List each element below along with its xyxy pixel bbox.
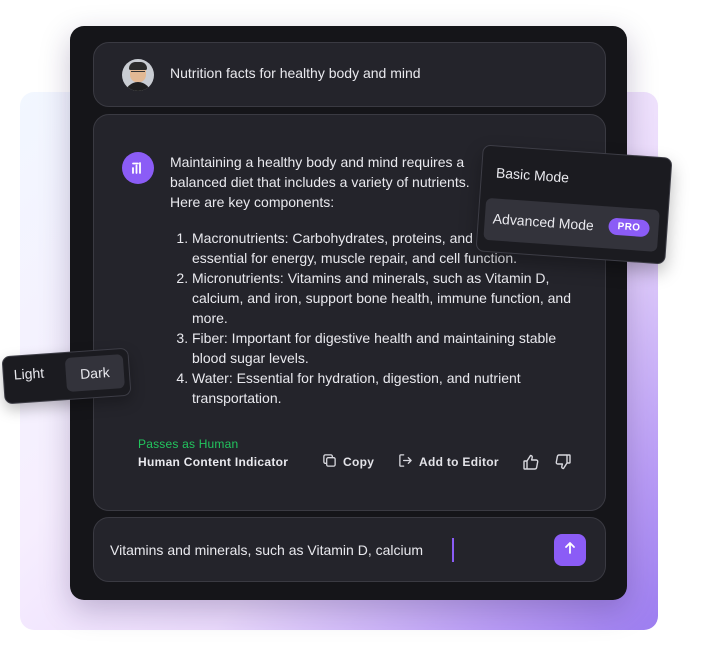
answer-list: Macronutrients: Carbohydrates, proteins,… <box>170 228 577 408</box>
thumbs-down-icon[interactable] <box>554 453 572 471</box>
copy-button[interactable]: Copy <box>322 453 374 471</box>
message-input[interactable]: Vitamins and minerals, such as Vitamin D… <box>110 542 423 558</box>
answer-intro: Maintaining a healthy body and mind requ… <box>170 154 470 210</box>
list-item: Fiber: Important for digestive health an… <box>192 328 577 368</box>
avatar <box>122 59 154 91</box>
add-to-editor-label: Add to Editor <box>419 455 499 469</box>
prompt-card: Nutrition facts for healthy body and min… <box>93 42 606 107</box>
text-caret <box>452 538 454 562</box>
copy-label: Copy <box>343 455 375 469</box>
send-button[interactable] <box>554 534 586 566</box>
add-to-editor-icon <box>398 453 413 471</box>
pro-badge: PRO <box>607 217 650 238</box>
mode-advanced-option[interactable]: Advanced Mode PRO <box>483 197 660 252</box>
theme-dark-option[interactable]: Dark <box>64 354 125 392</box>
thumbs-up-icon[interactable] <box>522 453 540 471</box>
ai-logo-icon <box>122 152 154 184</box>
indicator-label: Human Content Indicator <box>138 455 289 469</box>
mode-menu: Basic Mode Advanced Mode PRO <box>475 144 673 265</box>
theme-light-option[interactable]: Light <box>13 365 44 383</box>
arrow-up-icon <box>563 541 577 560</box>
list-item: Micronutrients: Vitamins and minerals, s… <box>192 268 577 328</box>
status-text: Passes as Human <box>138 437 239 451</box>
list-item: Water: Essential for hydration, digestio… <box>192 368 577 408</box>
prompt-text: Nutrition facts for healthy body and min… <box>170 65 421 81</box>
chat-panel: Nutrition facts for healthy body and min… <box>70 26 627 600</box>
copy-icon <box>322 453 337 471</box>
mode-advanced-label: Advanced Mode <box>492 210 595 234</box>
mode-basic-option[interactable]: Basic Mode <box>495 165 569 186</box>
theme-toggle: Light Dark <box>1 347 132 405</box>
message-input-card[interactable]: Vitamins and minerals, such as Vitamin D… <box>93 517 606 582</box>
add-to-editor-button[interactable]: Add to Editor <box>398 453 499 471</box>
